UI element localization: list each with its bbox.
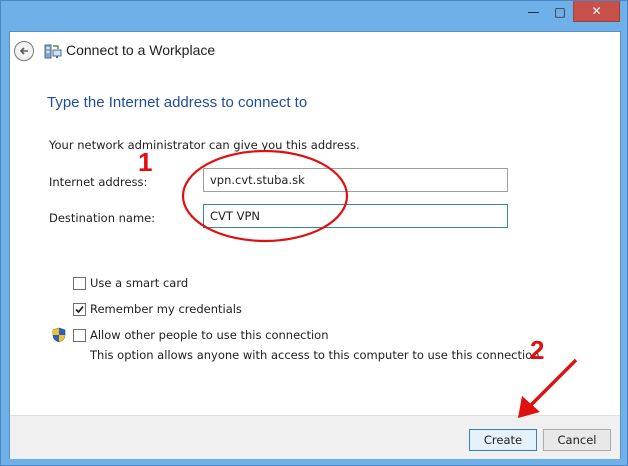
dialog-window: — □ ✕ Connect to a Workplace Type the In…	[0, 0, 628, 466]
allow-others-note: This option allows anyone with access to…	[90, 348, 544, 362]
uac-shield-icon	[52, 327, 66, 343]
maximize-button[interactable]: □	[547, 1, 573, 22]
back-button[interactable]	[14, 41, 34, 61]
title-bar[interactable]: — □ ✕	[1, 1, 628, 31]
internet-address-label: Internet address:	[49, 175, 148, 189]
minimize-icon: —	[527, 4, 540, 19]
smart-card-option[interactable]: Use a smart card	[73, 276, 188, 290]
wizard-title: Connect to a Workplace	[66, 42, 216, 58]
smart-card-label: Use a smart card	[90, 276, 189, 290]
annotation-step-2: 2	[530, 335, 545, 365]
destination-name-input[interactable]: CVT VPN	[203, 204, 508, 228]
wizard-header: Connect to a Workplace	[10, 32, 620, 71]
internet-address-input[interactable]: vpn.cvt.stuba.sk	[203, 168, 508, 192]
remember-credentials-label: Remember my credentials	[90, 302, 242, 316]
minimize-button[interactable]: —	[520, 1, 547, 22]
instruction-text: Your network administrator can give you …	[49, 138, 360, 152]
allow-others-checkbox[interactable]	[73, 328, 86, 342]
checkmark-icon	[75, 305, 84, 313]
smart-card-checkbox[interactable]	[73, 276, 86, 290]
destination-name-label: Destination name:	[49, 211, 156, 225]
page-heading: Type the Internet address to connect to	[47, 94, 308, 111]
remember-credentials-option[interactable]: Remember my credentials	[73, 302, 242, 316]
back-arrow-icon	[19, 47, 28, 55]
remember-credentials-checkbox[interactable]	[73, 302, 86, 316]
annotation-step-1: 1	[138, 147, 153, 177]
workplace-network-icon	[44, 44, 62, 59]
allow-others-label: Allow other people to use this connectio…	[90, 328, 329, 342]
close-icon: ✕	[591, 4, 602, 18]
wizard-content: Connect to a Workplace Type the Internet…	[9, 31, 621, 459]
close-button[interactable]: ✕	[573, 1, 620, 22]
allow-others-option[interactable]: Allow other people to use this connectio…	[73, 328, 329, 342]
button-bar: Create Cancel	[10, 415, 620, 459]
create-button[interactable]: Create	[469, 429, 537, 451]
maximize-icon: □	[554, 4, 566, 19]
cancel-button[interactable]: Cancel	[543, 429, 611, 451]
